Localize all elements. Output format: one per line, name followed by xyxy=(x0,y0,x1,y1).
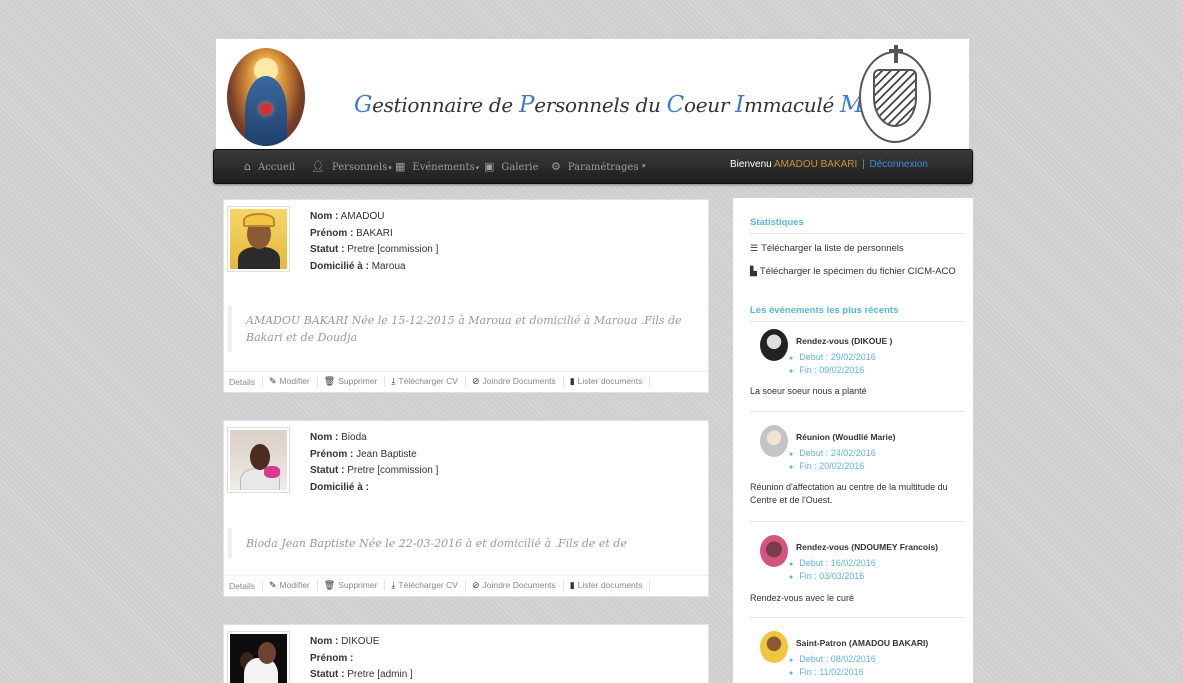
telecharger-cv-link[interactable]: ⤓ Télécharger CV xyxy=(391,580,466,591)
event-start: ● Debut : 08/02/2016 xyxy=(789,654,876,664)
pencil-icon: ✎ xyxy=(268,376,277,386)
pencil-icon: ✎ xyxy=(268,580,277,590)
book-icon: ▮ xyxy=(569,376,575,386)
event-title: Réunion (Woudlié Marie) xyxy=(796,432,896,442)
nav-evenements[interactable]: ▦ Evénements▾ xyxy=(395,160,479,173)
person-statut: Pretre [commission ] xyxy=(347,244,439,255)
event-start: ● Debut : 24/02/2016 xyxy=(789,448,876,458)
avatar xyxy=(760,425,788,457)
person-nom: DIKOUE xyxy=(341,636,380,647)
supprimer-link[interactable]: 🗑︎ Supprimer xyxy=(324,376,386,387)
person-actions: Details ✎ Modifier 🗑︎ Supprimer ⤓ Télécharg… xyxy=(224,371,708,391)
book-icon: ▮ xyxy=(569,580,575,590)
statistics-heading: Statistiques xyxy=(750,217,964,234)
person-fields: Nom : DIKOUE Prénom : Statut : Pretre [a… xyxy=(310,636,413,680)
event-description: La soeur soeur nous a planté xyxy=(750,386,867,396)
home-icon: ⌂ xyxy=(244,160,251,173)
avatar xyxy=(760,329,788,361)
event-title: Saint-Patron (AMADOU BAKARI) xyxy=(796,638,929,648)
details-link[interactable]: Details xyxy=(229,580,263,591)
event-description: Rendez-vous avec le curé xyxy=(750,593,855,603)
caret-down-icon: ▾ xyxy=(388,164,392,172)
modifier-link[interactable]: ✎ Modifier xyxy=(269,376,318,387)
event-item[interactable]: Rendez-vous (DIKOUE ) ● Debut : 29/02/201… xyxy=(750,329,964,412)
event-item[interactable]: Saint-Patron (AMADOU BAKARI) ● Debut : 08… xyxy=(750,631,964,683)
details-link[interactable]: Details xyxy=(229,376,263,387)
logout-link[interactable]: Déconnexion xyxy=(869,159,927,170)
person-statut: Pretre [commission ] xyxy=(347,465,439,476)
list-icon: ☰ xyxy=(750,243,759,253)
nav-personnels[interactable]: 👤︎ Personnels▾ xyxy=(311,160,392,173)
person-prenom: Jean Baptiste xyxy=(356,448,417,460)
event-start: ● Debut : 16/02/2016 xyxy=(789,558,876,568)
file-icon: ▙ xyxy=(750,266,757,276)
person-card: Nom : AMADOU Prénom : BAKARI Statut : Pr… xyxy=(223,199,709,393)
caret-down-icon: ▾ xyxy=(642,162,646,170)
sidebar: Statistiques ☰ Télécharger la liste de pe… xyxy=(733,198,973,683)
calendar-icon: ▦ xyxy=(395,160,406,173)
person-photo xyxy=(227,427,290,493)
person-photo xyxy=(227,206,290,272)
download-icon: ⤓ xyxy=(391,580,396,590)
gear-icon: ⚙ xyxy=(551,160,561,173)
person-fields: Nom : Bioda Prénom : Jean Baptiste Statu… xyxy=(310,432,439,493)
joindre-documents-link[interactable]: ⊘ Joindre Documents xyxy=(472,580,564,591)
modifier-link[interactable]: ✎ Modifier xyxy=(269,580,318,591)
person-bio: Bioda Jean Baptiste Née le 22-03-2016 à … xyxy=(228,528,705,558)
download-specimen-link[interactable]: ▙ Télécharger le spécimen du fichier CICM… xyxy=(750,266,956,277)
person-prenom: BAKARI xyxy=(356,227,393,239)
event-title: Rendez-vous (NDOUMEY Francois) xyxy=(796,542,939,552)
event-description: Réunion d'affectation au centre de la mu… xyxy=(750,482,948,505)
paperclip-icon: ⊘ xyxy=(471,580,480,590)
virgin-mary-image xyxy=(227,48,305,146)
current-user-name: AMADOU BAKARI xyxy=(773,159,858,170)
avatar xyxy=(760,535,788,567)
event-end: ● Fin : 03/03/2016 xyxy=(789,571,865,581)
person-statut: Pretre [admin ] xyxy=(347,669,413,680)
event-item[interactable]: Réunion (Woudlié Marie) ● Debut : 24/02/2… xyxy=(750,425,964,522)
event-end: ● Fin : 09/02/2016 xyxy=(789,365,865,375)
congregation-seal-logo xyxy=(859,45,931,143)
joindre-documents-link[interactable]: ⊘ Joindre Documents xyxy=(472,376,564,387)
person-bio: AMADOU BAKARI Née le 15-12-2015 à Maroua… xyxy=(228,306,705,352)
supprimer-link[interactable]: 🗑︎ Supprimer xyxy=(324,580,386,591)
lister-documents-link[interactable]: ▮ Lister documents xyxy=(570,580,651,591)
paperclip-icon: ⊘ xyxy=(471,376,480,386)
nav-galerie[interactable]: ▣ Galerie xyxy=(484,160,538,173)
main-navbar: ⌂ Accueil 👤︎ Personnels▾ ▦ Evénements▾ ▣ Gal… xyxy=(213,149,973,184)
download-icon: ⤓ xyxy=(391,376,396,386)
event-start: ● Debut : 29/02/2016 xyxy=(789,352,876,362)
lister-documents-link[interactable]: ▮ Lister documents xyxy=(570,376,651,387)
event-item[interactable]: Rendez-vous (NDOUMEY Francois) ● Debut : … xyxy=(750,535,964,618)
avatar xyxy=(760,631,788,663)
event-end: ● Fin : 20/02/2016 xyxy=(789,461,865,471)
recent-events-heading: Les événements les plus récents xyxy=(750,305,964,322)
picture-icon: ▣ xyxy=(484,160,495,173)
welcome-message: Bienvenu AMADOU BAKARI | Déconnexion xyxy=(730,159,928,170)
event-end: ● Fin : 11/02/2016 xyxy=(789,667,864,677)
site-title: Gestionnaire de Personnels du Coeur Imma… xyxy=(354,92,902,118)
person-photo xyxy=(227,631,290,683)
person-card: Nom : Bioda Prénom : Jean Baptiste Statu… xyxy=(223,420,709,597)
nav-more-dropdown[interactable]: ▾ xyxy=(641,160,646,171)
download-personnel-list-link[interactable]: ☰ Télécharger la liste de personnels xyxy=(750,243,904,254)
person-domicile: Maroua xyxy=(371,260,406,272)
person-actions: Details ✎ Modifier 🗑︎ Supprimer ⤓ Télécharg… xyxy=(224,575,708,595)
trash-icon: 🗑︎ xyxy=(323,580,336,590)
telecharger-cv-link[interactable]: ⤓ Télécharger CV xyxy=(391,376,466,387)
user-icon: 👤︎ xyxy=(311,160,325,173)
person-fields: Nom : AMADOU Prénom : BAKARI Statut : Pr… xyxy=(310,211,439,272)
caret-down-icon: ▾ xyxy=(475,164,480,172)
nav-parametrages[interactable]: ⚙ Paramétrages xyxy=(551,160,638,173)
nav-accueil[interactable]: ⌂ Accueil xyxy=(244,160,295,173)
person-card: Nom : DIKOUE Prénom : Statut : Pretre [a… xyxy=(223,624,709,683)
event-title: Rendez-vous (DIKOUE ) xyxy=(796,336,893,346)
trash-icon: 🗑︎ xyxy=(323,376,336,386)
person-nom: Bioda xyxy=(341,432,367,443)
person-nom: AMADOU xyxy=(340,211,385,222)
header-banner: Gestionnaire de Personnels du Coeur Imma… xyxy=(216,39,969,149)
